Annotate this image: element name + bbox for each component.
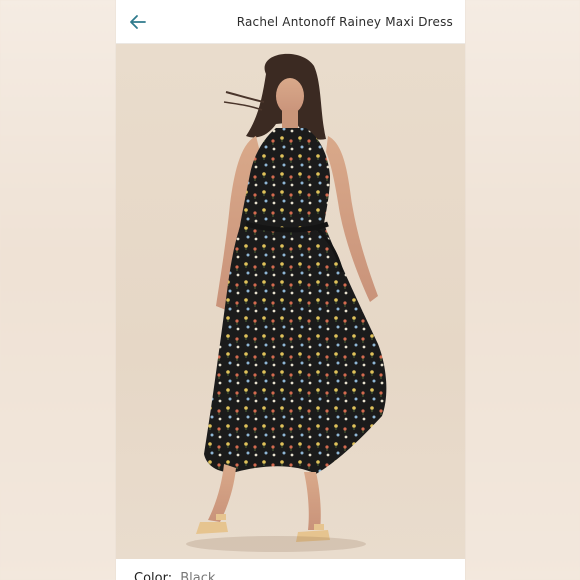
arrow-left-icon: [130, 14, 146, 29]
back-button[interactable]: [116, 0, 160, 44]
color-row: Color: Black: [134, 571, 215, 580]
background-blur-left: [0, 0, 116, 580]
background-blur-right: [464, 0, 580, 580]
dress-illustration: [186, 53, 387, 552]
product-image[interactable]: [116, 44, 465, 559]
top-bar: Rachel Antonoff Rainey Maxi Dress: [116, 0, 465, 44]
product-details: Color: Black: [116, 559, 465, 580]
color-value: Black: [180, 571, 216, 580]
color-label: Color:: [134, 571, 173, 580]
listing-screen: Rachel Antonoff Rainey Maxi Dress Color:…: [116, 0, 465, 580]
page-title: Rachel Antonoff Rainey Maxi Dress: [236, 14, 453, 29]
page: Rachel Antonoff Rainey Maxi Dress Color:…: [0, 0, 580, 580]
